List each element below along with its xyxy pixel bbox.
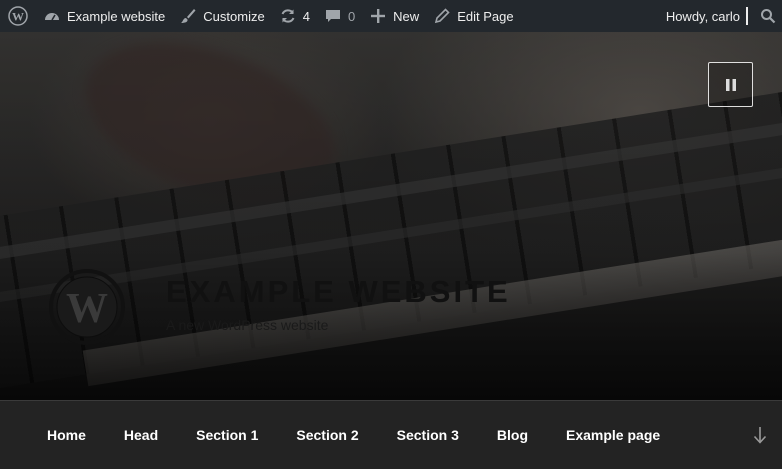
- main-navigation: Home Head Section 1 Section 2 Section 3 …: [0, 400, 782, 469]
- svg-text:W: W: [66, 286, 108, 332]
- nav-item-section-3[interactable]: Section 3: [378, 427, 478, 443]
- comment-icon: [324, 7, 342, 25]
- search-icon: [760, 8, 776, 24]
- site-logo[interactable]: W: [48, 268, 126, 346]
- nav-item-home[interactable]: Home: [28, 427, 105, 443]
- edit-page-label: Edit Page: [457, 8, 514, 24]
- nav-item-section-1[interactable]: Section 1: [177, 427, 277, 443]
- site-branding: W EXAMPLE WEBSITE A new WordPress websit…: [48, 268, 511, 346]
- admin-bar: W Example website Customize 4 0 New Edit…: [0, 0, 782, 32]
- nav-item-head[interactable]: Head: [105, 427, 177, 443]
- nav-item-example-page[interactable]: Example page: [547, 427, 679, 443]
- brush-icon: [179, 7, 197, 25]
- hero-header: W EXAMPLE WEBSITE A new WordPress websit…: [0, 32, 782, 400]
- howdy-label: Howdy, carlo: [665, 8, 740, 24]
- scroll-down-button[interactable]: [750, 423, 770, 447]
- wordpress-icon: W: [8, 6, 28, 26]
- new-label: New: [393, 8, 420, 24]
- new-content-menu[interactable]: New: [362, 0, 426, 32]
- nav-item-section-2[interactable]: Section 2: [277, 427, 377, 443]
- pencil-icon: [433, 7, 451, 25]
- site-name-menu[interactable]: Example website: [36, 0, 172, 32]
- site-description: A new WordPress website: [166, 316, 329, 333]
- comments-count: 0: [347, 8, 356, 24]
- site-name-label: Example website: [67, 8, 166, 24]
- customize-menu[interactable]: Customize: [172, 0, 271, 32]
- comments-menu[interactable]: 0: [317, 0, 362, 32]
- search-button[interactable]: [754, 0, 782, 32]
- pause-video-button[interactable]: [708, 62, 753, 107]
- edit-page-menu[interactable]: Edit Page: [426, 0, 520, 32]
- wordpress-menu[interactable]: W: [0, 0, 36, 32]
- svg-text:W: W: [12, 10, 24, 24]
- customize-label: Customize: [203, 8, 265, 24]
- updates-menu[interactable]: 4: [272, 0, 317, 32]
- pause-icon: [723, 77, 739, 93]
- nav-item-blog[interactable]: Blog: [478, 427, 547, 443]
- my-account-menu[interactable]: Howdy, carlo: [666, 0, 754, 32]
- dashboard-icon: [43, 7, 61, 25]
- site-title[interactable]: EXAMPLE WEBSITE: [166, 276, 511, 307]
- updates-icon: [279, 7, 297, 25]
- updates-count: 4: [302, 8, 310, 24]
- arrow-down-icon: [752, 425, 768, 445]
- plus-icon: [369, 7, 387, 25]
- avatar: [746, 7, 748, 25]
- nav-menu: Home Head Section 1 Section 2 Section 3 …: [0, 427, 679, 443]
